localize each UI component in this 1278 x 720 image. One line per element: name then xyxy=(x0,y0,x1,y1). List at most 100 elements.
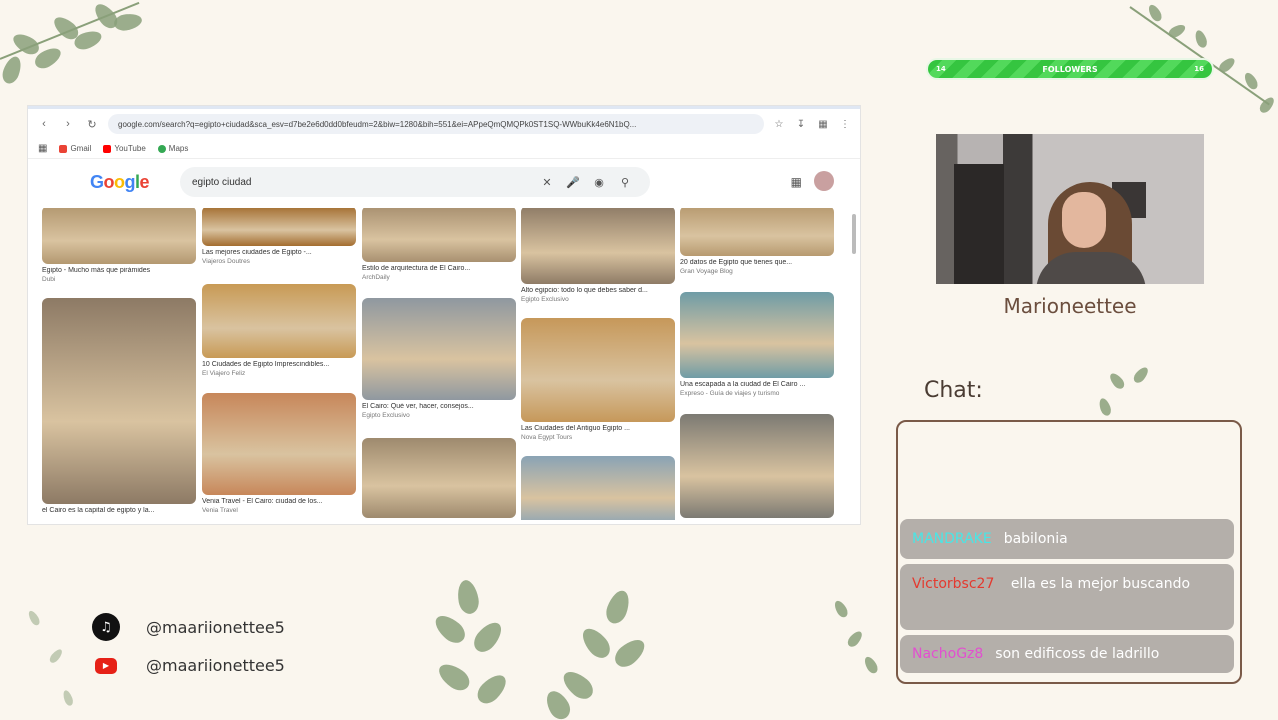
webcam-person-face xyxy=(1062,192,1106,248)
microphone-icon[interactable]: 🎤 xyxy=(560,176,586,189)
image-result[interactable]: Una escapada a la ciudad de El Cairo ...… xyxy=(680,292,834,397)
image-result[interactable]: Las mejores ciudades de Egipto -... Viaje… xyxy=(202,208,356,265)
bookmark-gmail[interactable]: Gmail xyxy=(59,144,91,153)
account-avatar[interactable] xyxy=(814,171,834,191)
result-thumbnail[interactable] xyxy=(42,298,196,504)
result-thumbnail[interactable] xyxy=(42,208,196,264)
bookmark-star-icon[interactable]: ☆ xyxy=(772,119,786,130)
chat-username: MANDRAKE xyxy=(912,531,992,547)
image-result[interactable] xyxy=(680,414,834,518)
result-thumbnail[interactable] xyxy=(362,438,516,518)
result-source: Gran Voyage Blog xyxy=(680,268,733,275)
google-logo[interactable]: Google xyxy=(90,172,150,193)
result-thumbnail[interactable] xyxy=(362,298,516,400)
chat-message: NachoGz8 son edificoss de ladrillo xyxy=(900,635,1234,673)
youtube-icon: ▶ xyxy=(95,657,117,674)
google-apps-icon[interactable]: ▦ xyxy=(791,175,802,189)
extension-icon[interactable]: ▦ xyxy=(816,119,830,130)
result-thumbnail[interactable] xyxy=(202,284,356,358)
result-caption[interactable]: el Cairo es la capital de egipto y la... xyxy=(42,507,196,514)
back-icon[interactable]: ‹ xyxy=(36,118,52,130)
result-caption[interactable]: 20 datos de Egipto que tienes que... xyxy=(680,259,834,266)
result-caption[interactable]: Una escapada a la ciudad de El Cairo ... xyxy=(680,381,834,388)
image-result[interactable] xyxy=(521,456,675,520)
result-source: Nova Egypt Tours xyxy=(521,434,573,441)
streamer-name: Marioneettee xyxy=(1003,294,1137,318)
image-result[interactable]: Venia Travel - El Cairo: ciudad de los..… xyxy=(202,393,356,514)
followers-label: FOLLOWERS xyxy=(1042,64,1098,74)
chat-text: babilonia xyxy=(1003,531,1068,547)
result-caption[interactable]: Egipto - Mucho más que pirámides xyxy=(42,267,196,274)
result-thumbnail[interactable] xyxy=(521,208,675,284)
social-tiktok: ♫ @maariionettee5 xyxy=(92,613,285,641)
url-field[interactable]: google.com/search?q=egipto+ciudad&sca_es… xyxy=(108,114,764,134)
google-header: Google egipto ciudad ✕ 🎤 ◉ ⚲ ▦ xyxy=(28,159,860,205)
result-caption[interactable]: Las Ciudades del Antiguo Egipto ... xyxy=(521,425,675,432)
lens-icon[interactable]: ◉ xyxy=(586,176,612,189)
bookmark-maps[interactable]: Maps xyxy=(157,144,189,153)
social-youtube: ▶ @maariionettee5 xyxy=(92,656,285,675)
address-bar-row: ‹ › ↻ google.com/search?q=egipto+ciudad&… xyxy=(28,109,860,139)
chat-username: NachoGz8 xyxy=(912,646,984,662)
result-caption[interactable]: El Cairo: Qué ver, hacer, consejos... xyxy=(362,403,516,410)
result-thumbnail[interactable] xyxy=(521,456,675,520)
result-caption[interactable]: 10 Ciudades de Egipto Imprescindibles... xyxy=(202,361,356,368)
result-thumbnail[interactable] xyxy=(202,208,356,246)
image-result[interactable]: El Cairo: Qué ver, hacer, consejos... Egi… xyxy=(362,298,516,419)
reload-icon[interactable]: ↻ xyxy=(84,118,100,131)
scrollbar[interactable] xyxy=(852,214,856,254)
result-thumbnail[interactable] xyxy=(521,318,675,422)
result-source: Venia Travel xyxy=(202,507,238,514)
clear-icon[interactable]: ✕ xyxy=(534,176,560,189)
image-result[interactable]: 20 datos de Egipto que tienes que... Gran… xyxy=(680,208,834,275)
bookmark-youtube[interactable]: YouTube xyxy=(103,144,146,153)
image-result[interactable]: Estilo de arquitectura de El Cairo... Arc… xyxy=(362,208,516,281)
chat-text: son edificoss de ladrillo xyxy=(995,646,1160,662)
result-source: Dubi xyxy=(42,276,56,283)
chat-text: ella es la mejor buscando xyxy=(1010,576,1191,592)
download-icon[interactable]: ↧ xyxy=(794,119,808,130)
gmail-icon xyxy=(59,144,68,153)
forward-icon[interactable]: › xyxy=(60,118,76,130)
chat-title: Chat: xyxy=(924,378,983,403)
search-icon[interactable]: ⚲ xyxy=(612,176,638,189)
google-search-box[interactable]: egipto ciudad ✕ 🎤 ◉ ⚲ xyxy=(180,167,650,197)
bookmark-label: YouTube xyxy=(114,144,146,153)
result-source: El Viajero Feliz xyxy=(202,370,246,377)
menu-dots-icon[interactable]: ⋮ xyxy=(838,119,852,130)
result-thumbnail[interactable] xyxy=(680,208,834,256)
result-thumbnail[interactable] xyxy=(362,208,516,262)
result-source: Viajeros Doutres xyxy=(202,258,250,265)
url-text: google.com/search?q=egipto+ciudad&sca_es… xyxy=(118,119,637,129)
result-thumbnail[interactable] xyxy=(680,414,834,518)
image-result[interactable] xyxy=(362,438,516,518)
apps-grid-icon[interactable]: ▦ xyxy=(38,143,47,154)
youtube-icon xyxy=(103,144,112,153)
result-thumbnail[interactable] xyxy=(680,292,834,378)
result-caption[interactable]: Venia Travel - El Cairo: ciudad de los..… xyxy=(202,498,356,505)
image-result[interactable]: Egipto - Mucho más que pirámides Dubi xyxy=(42,208,196,283)
youtube-handle: @maariionettee5 xyxy=(146,656,285,675)
followers-current: 14 xyxy=(936,65,946,73)
bookmark-label: Gmail xyxy=(70,144,92,153)
result-caption[interactable]: Estilo de arquitectura de El Cairo... xyxy=(362,265,516,272)
browser-window: ‹ › ↻ google.com/search?q=egipto+ciudad&… xyxy=(28,106,860,524)
result-source: Egipto Exclusivo xyxy=(362,412,410,419)
result-thumbnail[interactable] xyxy=(202,393,356,495)
result-caption[interactable]: Las mejores ciudades de Egipto -... xyxy=(202,249,356,256)
search-query[interactable]: egipto ciudad xyxy=(192,177,534,188)
image-result[interactable]: el Cairo es la capital de egipto y la... xyxy=(42,298,196,514)
image-result[interactable]: 10 Ciudades de Egipto Imprescindibles...… xyxy=(202,284,356,377)
chat-message: Victorbsc27 ella es la mejor buscando xyxy=(900,564,1234,630)
result-caption[interactable]: Alto egipcio: todo lo que debes saber d.… xyxy=(521,287,675,294)
chat-username: Victorbsc27 xyxy=(912,576,995,592)
image-result[interactable]: Alto egipcio: todo lo que debes saber d.… xyxy=(521,208,675,303)
bookmark-label: Maps xyxy=(168,144,189,153)
result-source: Egipto Exclusivo xyxy=(521,296,569,303)
image-result[interactable]: Las Ciudades del Antiguo Egipto ... Nova … xyxy=(521,318,675,441)
result-source: ArchDaily xyxy=(362,274,390,281)
bookmarks-bar: ▦ Gmail YouTube Maps xyxy=(28,139,860,159)
followers-goal-bar: 14 FOLLOWERS 16 xyxy=(928,60,1212,78)
followers-goal: 16 xyxy=(1194,65,1204,73)
image-results-grid: Egipto - Mucho más que pirámides Dubi Las … xyxy=(42,208,836,520)
